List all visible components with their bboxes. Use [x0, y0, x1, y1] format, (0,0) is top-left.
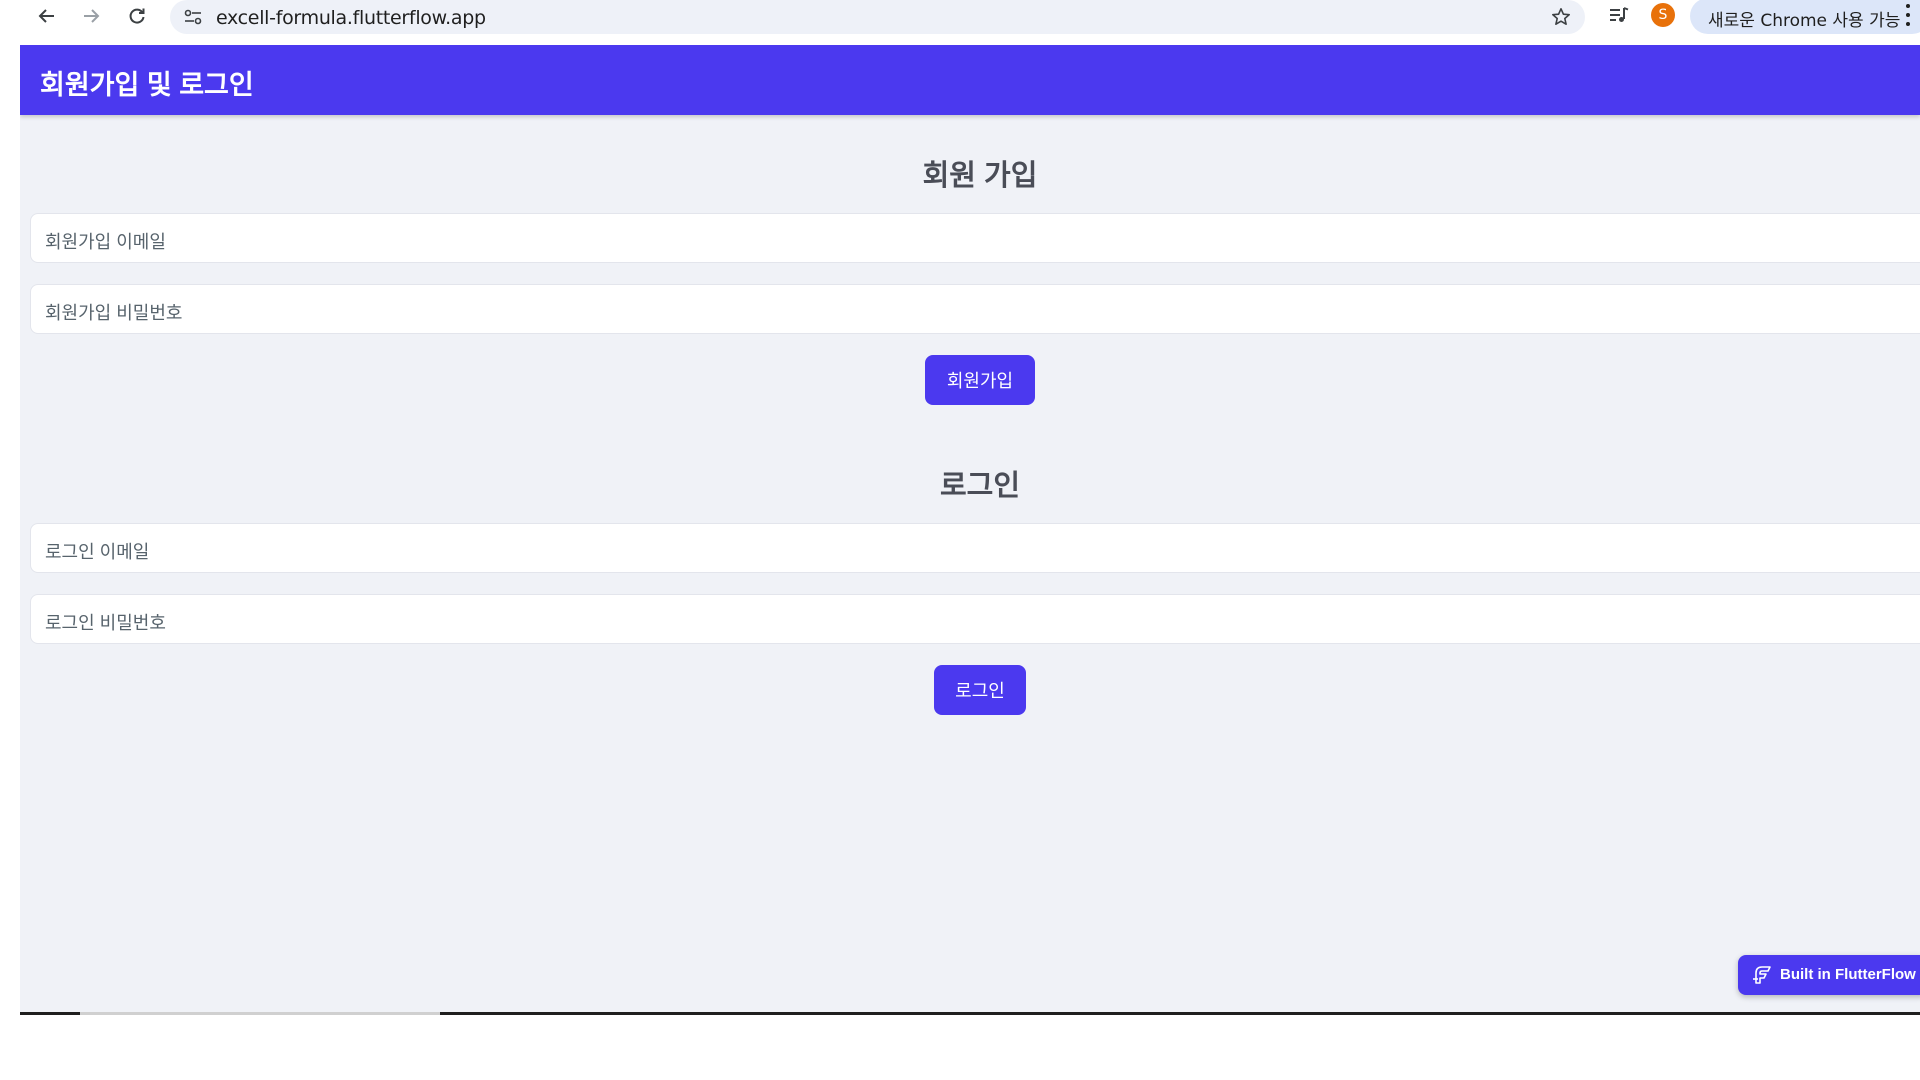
forward-button[interactable]	[78, 3, 104, 29]
login-password-placeholder: 로그인 비밀번호	[45, 613, 166, 633]
scroll-indicator-tail	[440, 1012, 1920, 1015]
browser-toolbar: excell-formula.flutterflow.app S 새로운 Chr…	[0, 0, 1920, 34]
flutterflow-badge[interactable]: Built in FlutterFlow	[1738, 955, 1920, 995]
signup-password-placeholder: 회원가입 비밀번호	[45, 303, 183, 323]
signup-email-field[interactable]: 회원가입 이메일	[30, 213, 1920, 263]
login-email-field[interactable]: 로그인 이메일	[30, 523, 1920, 573]
signup-password-field[interactable]: 회원가입 비밀번호	[30, 284, 1920, 334]
page-title: 회원가입 및 로그인	[40, 70, 254, 100]
login-button[interactable]: 로그인	[934, 665, 1026, 715]
app-bar: 회원가입 및 로그인	[20, 45, 1920, 115]
scroll-indicator-track	[80, 1012, 440, 1015]
profile-avatar[interactable]: S	[1651, 3, 1675, 27]
reload-button[interactable]	[124, 3, 150, 29]
signup-email-placeholder: 회원가입 이메일	[45, 232, 166, 252]
login-heading: 로그인	[939, 470, 1021, 502]
arrow-left-icon	[38, 9, 54, 23]
scroll-indicator	[20, 1012, 80, 1015]
app-viewport: 회원가입 및 로그인 회원 가입 회원가입 이메일 회원가입 비밀번호 회원가입…	[20, 45, 1920, 1015]
flutterflow-logo-icon	[1753, 966, 1771, 984]
star-icon	[1552, 8, 1570, 25]
signup-heading: 회원 가입	[922, 160, 1038, 192]
update-label: 새로운 Chrome 사용 가능	[1708, 11, 1901, 31]
media-playlist-icon	[1610, 7, 1629, 22]
signup-button[interactable]: 회원가입	[925, 355, 1035, 405]
login-password-field[interactable]: 로그인 비밀번호	[30, 594, 1920, 644]
tune-icon	[184, 9, 202, 25]
site-info-button[interactable]	[182, 6, 204, 28]
login-email-placeholder: 로그인 이메일	[45, 542, 150, 562]
badge-label: Built in FlutterFlow	[1780, 966, 1916, 983]
more-vert-icon[interactable]	[1904, 4, 1912, 26]
bookmark-button[interactable]	[1549, 5, 1573, 29]
url-text: excell-formula.flutterflow.app	[216, 7, 486, 29]
chrome-update-button[interactable]: 새로운 Chrome 사용 가능	[1690, 0, 1920, 34]
back-button[interactable]	[34, 3, 60, 29]
address-bar[interactable]: excell-formula.flutterflow.app	[170, 0, 1585, 34]
arrow-right-icon	[84, 9, 100, 23]
reload-icon	[129, 8, 145, 24]
media-control-button[interactable]	[1607, 3, 1631, 27]
